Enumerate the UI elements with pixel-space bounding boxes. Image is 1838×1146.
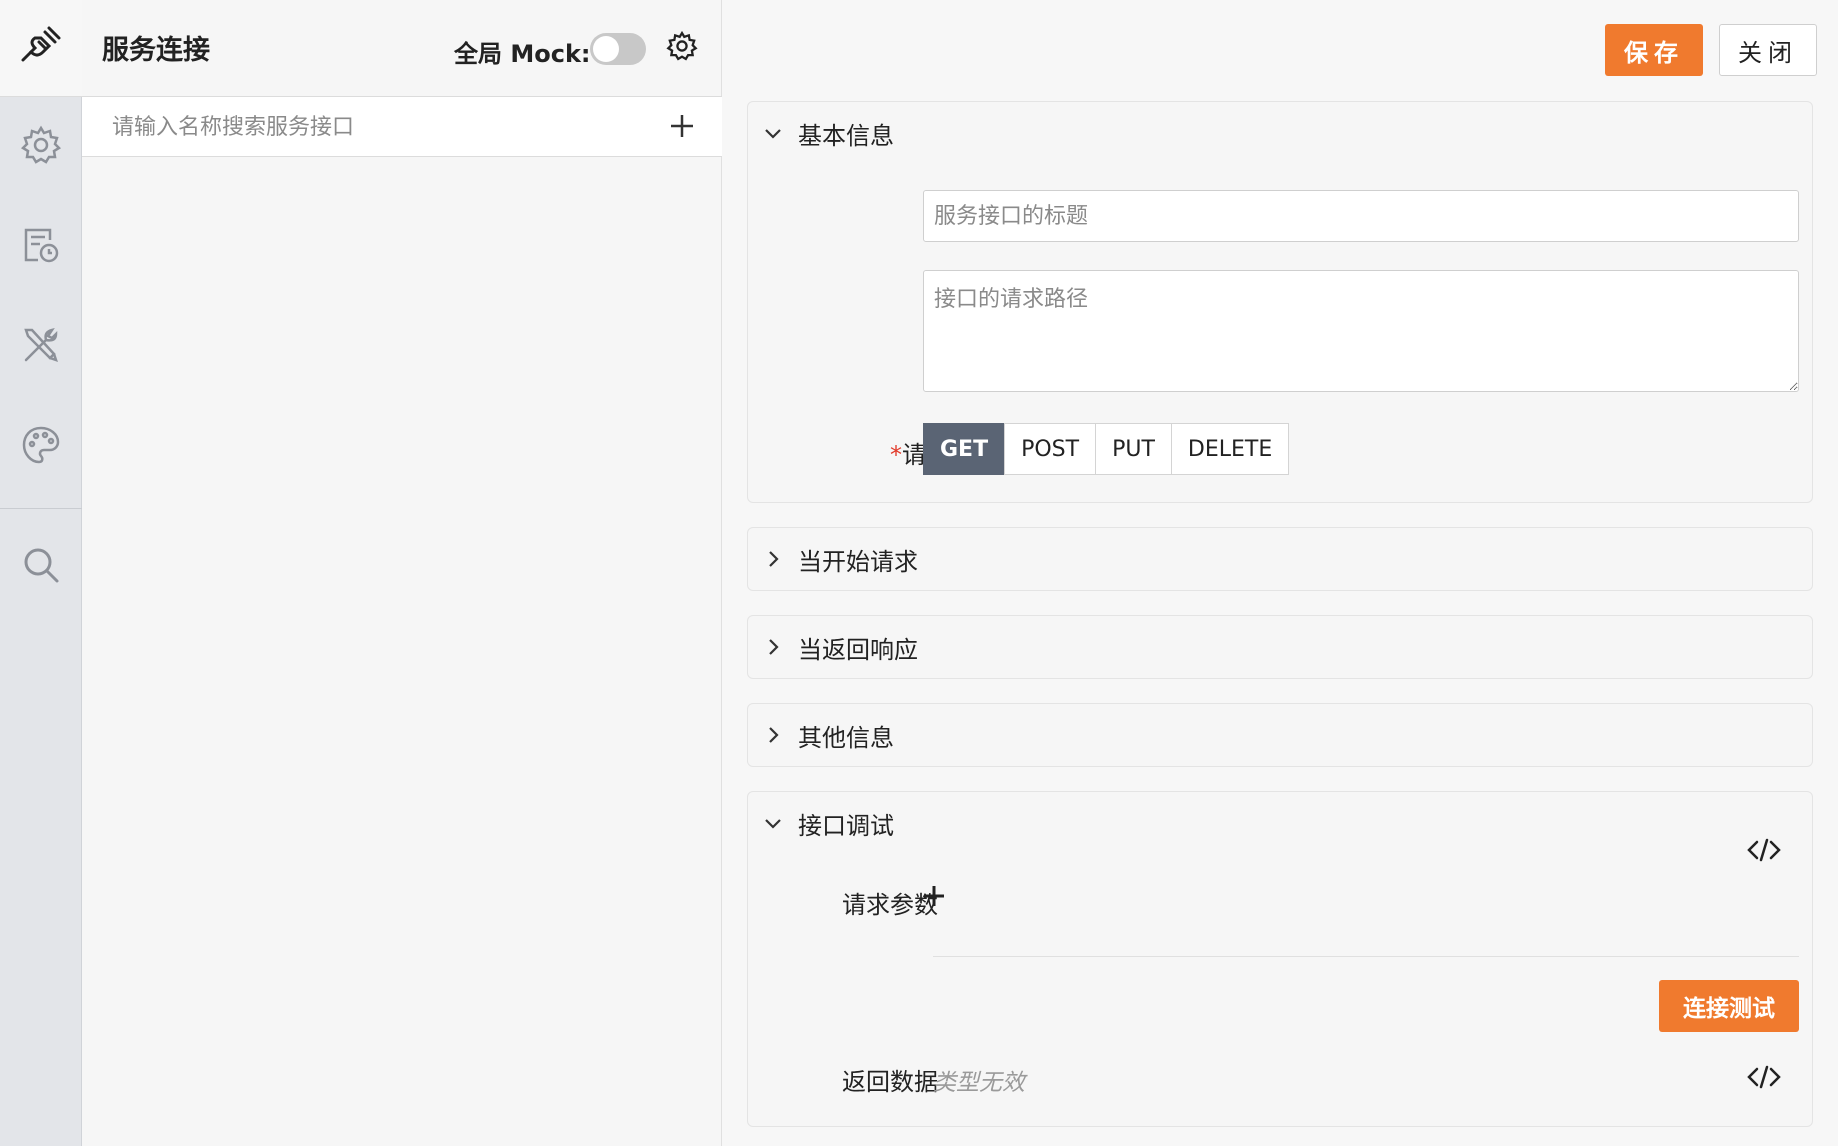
rail-theme[interactable] — [0, 417, 82, 477]
method-button-group: GET POST PUT DELETE — [923, 423, 1290, 475]
rail-history[interactable] — [0, 217, 82, 277]
panel-title: 服务连接 — [102, 35, 210, 66]
rail-divider — [0, 508, 82, 509]
params-divider — [933, 956, 1799, 957]
toggle-knob — [593, 36, 619, 62]
chevron-right-icon — [762, 548, 784, 570]
search-row — [82, 97, 722, 157]
save-button[interactable]: 保存 — [1605, 24, 1703, 76]
method-put-button[interactable]: PUT — [1095, 423, 1172, 475]
on-request-section: 当开始请求 — [747, 527, 1813, 591]
rail-tools[interactable] — [0, 317, 82, 377]
return-label: 返回数据 — [842, 1068, 938, 1096]
section-title: 其他信息 — [798, 723, 894, 752]
basic-info-header[interactable]: 基本信息 — [762, 113, 1362, 153]
document-clock-icon — [20, 224, 62, 270]
tools-icon — [20, 324, 62, 370]
service-search-input[interactable] — [112, 107, 642, 147]
search-icon — [20, 544, 62, 590]
section-title: 当返回响应 — [798, 635, 918, 664]
close-button[interactable]: 关闭 — [1719, 24, 1817, 76]
name-input[interactable] — [923, 190, 1799, 242]
connection-test-button[interactable]: 连接测试 — [1659, 980, 1799, 1032]
on-response-section: 当返回响应 — [747, 615, 1813, 679]
nav-rail — [0, 0, 82, 1146]
other-info-header[interactable]: 其他信息 — [762, 715, 1362, 755]
method-delete-button[interactable]: DELETE — [1170, 423, 1290, 475]
panel-header: 服务连接 全局 Mock: — [82, 0, 722, 97]
panel-settings-button[interactable] — [664, 30, 700, 66]
rail-settings[interactable] — [0, 117, 82, 177]
add-service-button[interactable] — [664, 110, 700, 146]
service-panel: 服务连接 全局 Mock: — [82, 0, 722, 1146]
on-response-header[interactable]: 当返回响应 — [762, 627, 1362, 667]
plus-icon — [669, 113, 695, 143]
rail-search[interactable] — [0, 537, 82, 597]
chevron-right-icon — [762, 724, 784, 746]
params-code-button[interactable] — [1744, 832, 1784, 872]
gear-icon — [20, 124, 62, 170]
palette-icon — [20, 424, 62, 470]
return-code-button[interactable] — [1744, 1059, 1784, 1099]
plug-icon — [19, 24, 63, 72]
address-textarea[interactable] — [923, 270, 1799, 392]
section-title: 基本信息 — [798, 121, 894, 150]
section-title: 接口调试 — [798, 811, 894, 840]
chevron-right-icon — [762, 636, 784, 658]
chevron-down-icon — [762, 812, 784, 834]
mock-label: 全局 Mock: — [454, 40, 591, 68]
method-get-button[interactable]: GET — [923, 423, 1006, 475]
section-title: 当开始请求 — [798, 547, 918, 576]
debug-section: 接口调试 请求参数 返回数据 类型无效 — [747, 791, 1813, 1127]
add-param-button[interactable] — [914, 878, 954, 918]
global-mock-toggle[interactable] — [590, 33, 646, 65]
code-icon — [1747, 1065, 1781, 1093]
gear-icon — [666, 30, 698, 66]
method-post-button[interactable]: POST — [1004, 423, 1097, 475]
on-request-header[interactable]: 当开始请求 — [762, 539, 1362, 579]
logo — [0, 0, 82, 97]
plus-icon — [922, 884, 946, 912]
debug-header[interactable]: 接口调试 — [762, 803, 1362, 843]
basic-info-section: 基本信息 名称 *地址 *请求方法 GET POST PUT DELETE — [747, 101, 1813, 503]
return-value: 类型无效 — [933, 1070, 1025, 1096]
other-info-section: 其他信息 — [747, 703, 1813, 767]
chevron-down-icon — [762, 122, 784, 144]
code-icon — [1747, 838, 1781, 866]
